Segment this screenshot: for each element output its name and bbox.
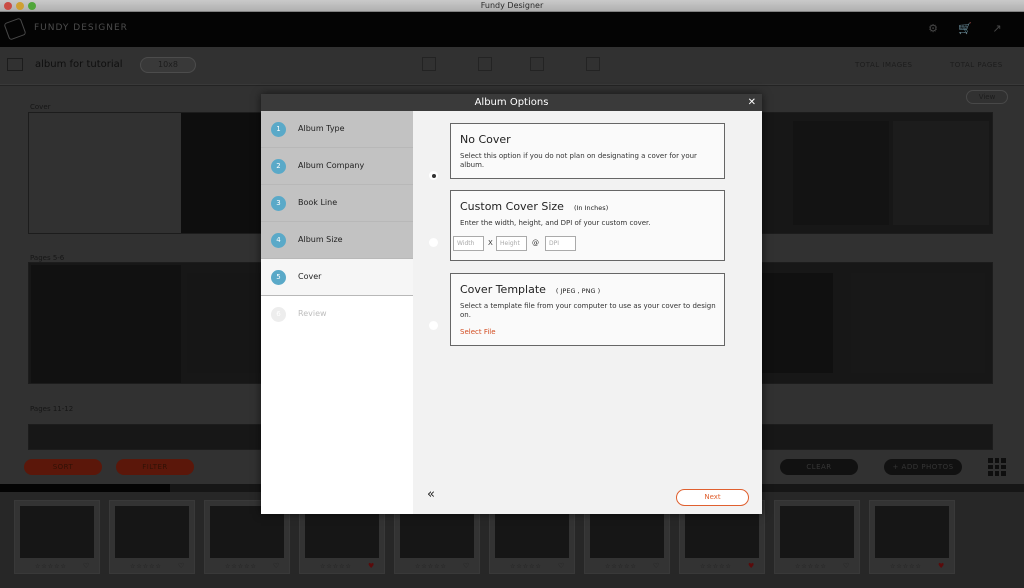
step-album-type[interactable]: 1 Album Type (261, 111, 413, 148)
close-icon[interactable]: ✕ (748, 94, 756, 111)
select-file-link[interactable]: Select File (460, 328, 496, 336)
height-input[interactable] (496, 236, 527, 251)
step-number: 2 (271, 159, 286, 174)
unit-note: (In Inches) (573, 204, 609, 212)
width-input[interactable] (453, 236, 484, 251)
option-description: Enter the width, height, and DPI of your… (460, 219, 651, 227)
custom-size-radio[interactable] (429, 238, 438, 247)
step-review: 6 Review (261, 296, 413, 333)
step-number: 5 (271, 270, 286, 285)
cover-template-option[interactable]: Cover Template ( JPEG , PNG ) Select a te… (450, 273, 725, 346)
step-number: 6 (271, 307, 286, 322)
option-description: Select this option if you do not plan on… (460, 152, 697, 169)
step-album-company[interactable]: 2 Album Company (261, 148, 413, 185)
dialog-header: Album Options ✕ (261, 94, 762, 111)
double-chevron-left-icon[interactable]: « (427, 487, 435, 502)
next-button[interactable]: Next (676, 489, 749, 506)
format-note: ( JPEG , PNG ) (555, 287, 601, 295)
album-options-dialog: Album Options ✕ 1 Album Type 2 Album Com… (261, 94, 762, 514)
no-cover-radio[interactable] (429, 171, 438, 180)
dpi-input[interactable] (545, 236, 576, 251)
step-label: Cover (298, 272, 322, 281)
wizard-steps: 1 Album Type 2 Album Company 3 Book Line… (261, 111, 413, 514)
step-book-line[interactable]: 3 Book Line (261, 185, 413, 222)
option-title: No Cover (460, 133, 511, 146)
app-window: Fundy Designer FUNDY DESIGNER ⚙ 🛒 ↗ albu… (0, 0, 1024, 588)
step-album-size[interactable]: 4 Album Size (261, 222, 413, 259)
step-label: Review (298, 309, 327, 318)
step-number: 1 (271, 122, 286, 137)
option-title: Custom Cover Size (In Inches) (460, 200, 608, 213)
step-number: 3 (271, 196, 286, 211)
option-title-text: Cover Template (460, 283, 546, 296)
step-label: Album Size (298, 235, 343, 244)
cover-template-radio[interactable] (429, 321, 438, 330)
dialog-title: Album Options (474, 97, 549, 108)
at-separator: @ (532, 239, 539, 247)
step-cover[interactable]: 5 Cover (261, 259, 413, 296)
step-label: Book Line (298, 198, 338, 207)
custom-size-option[interactable]: Custom Cover Size (In Inches) Enter the w… (450, 190, 725, 261)
no-cover-option[interactable]: No Cover Select this option if you do no… (450, 123, 725, 179)
cover-options-panel: No Cover Select this option if you do no… (413, 111, 762, 514)
option-title: Cover Template ( JPEG , PNG ) (460, 283, 600, 296)
step-number: 4 (271, 233, 286, 248)
option-description: Select a template file from your compute… (460, 302, 716, 319)
option-title-text: Custom Cover Size (460, 200, 564, 213)
step-label: Album Company (298, 161, 365, 170)
x-separator: X (488, 239, 493, 247)
step-label: Album Type (298, 124, 345, 133)
